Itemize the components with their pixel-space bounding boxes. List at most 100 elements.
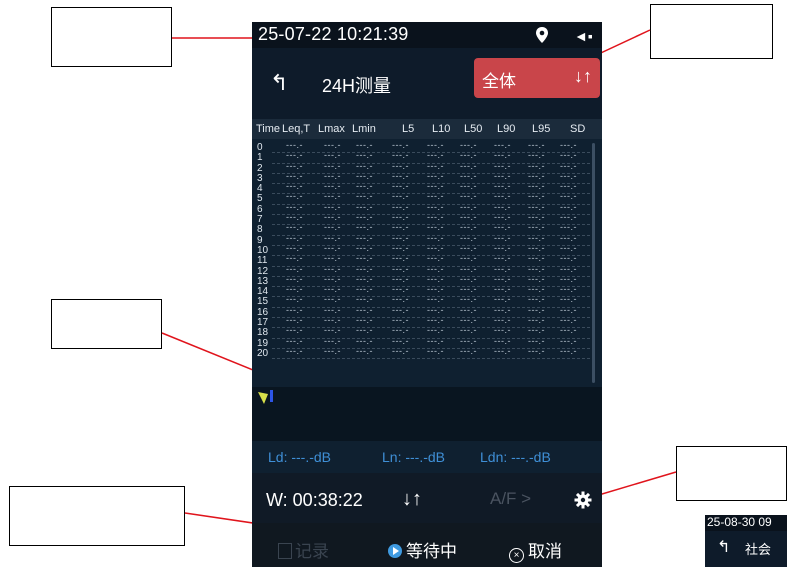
device-screen: 25-07-22 10:21:39 ◄▪ ↰ 24H测量 全体 ↓↑ Time L… — [252, 22, 602, 567]
status-bar: 25-07-22 10:21:39 ◄▪ — [252, 22, 602, 48]
table-cell: ---.- — [528, 242, 545, 253]
status-time: 25-07-22 10:21:39 — [258, 24, 409, 44]
table-cell: ---.- — [286, 263, 303, 274]
page-title: 24H测量 — [322, 76, 392, 96]
table-cell: ---.- — [528, 284, 545, 295]
table-cell: ---.- — [560, 253, 577, 264]
table-cell: ---.- — [356, 181, 373, 192]
table-rows: 0 ---.- ---.- ---.- ---.- ---.- ---.- ---.- ---.… — [252, 140, 602, 360]
table-cell: ---.- — [494, 315, 511, 326]
table-cell: ---.- — [286, 222, 303, 233]
table-cell: ---.- — [494, 140, 511, 150]
table-cell: ---.- — [286, 150, 303, 161]
table-cell: ---.- — [324, 263, 341, 274]
sort-toggle-icon[interactable]: ↓↑ — [402, 488, 422, 511]
table-cell: ---.- — [392, 232, 409, 243]
table-cell: ---.- — [460, 181, 477, 192]
table-cell: ---.- — [460, 222, 477, 233]
table-cell: ---.- — [460, 191, 477, 202]
table-cell: ---.- — [494, 284, 511, 295]
table-dim-overlay — [252, 387, 602, 441]
table-cell: ---.- — [427, 181, 444, 192]
table-cell: ---.- — [560, 150, 577, 161]
table-cell: ---.- — [427, 242, 444, 253]
table-cell: ---.- — [324, 284, 341, 295]
table-cell: ---.- — [528, 201, 545, 212]
table-cell: ---.- — [460, 212, 477, 223]
record-button[interactable]: 记录 — [278, 537, 329, 562]
table-cell: ---.- — [392, 160, 409, 171]
column-header: Leq,T — [282, 123, 311, 135]
cancel-label: 取消 — [528, 542, 562, 561]
table-cell: ---.- — [324, 212, 341, 223]
table-cell: ---.- — [324, 191, 341, 202]
table-cell: ---.- — [460, 335, 477, 346]
table-cell: ---.- — [560, 232, 577, 243]
table-cell: ---.- — [324, 140, 341, 150]
table-cell: ---.- — [560, 242, 577, 253]
table-cell: ---.- — [356, 325, 373, 336]
table-cell: ---.- — [286, 315, 303, 326]
table-cell: ---.- — [494, 304, 511, 315]
table-cell: ---.- — [560, 201, 577, 212]
column-header: L50 — [464, 123, 483, 135]
column-header: L90 — [497, 123, 516, 135]
table-cell: ---.- — [286, 160, 303, 171]
table-cell: ---.- — [460, 325, 477, 336]
table-cell: ---.- — [528, 150, 545, 161]
mode-selector-button[interactable]: 全体 ↓↑ — [474, 58, 600, 98]
table-cell: ---.- — [392, 325, 409, 336]
table-cell: ---.- — [324, 232, 341, 243]
peek-status-time: 25-08-30 09 — [705, 515, 787, 531]
column-header: L10 — [432, 123, 451, 135]
scrollbar[interactable] — [592, 143, 595, 383]
control-row: W: 00:38:22 ↓↑ A/F > — [252, 473, 602, 523]
table-cell: ---.- — [427, 253, 444, 264]
table-cell: ---.- — [528, 212, 545, 223]
table-cell: ---.- — [324, 150, 341, 161]
waiting-button[interactable]: 等待中 — [388, 537, 457, 562]
table-cell: ---.- — [356, 222, 373, 233]
table-cell: ---.- — [427, 335, 444, 346]
table-cell: ---.- — [286, 242, 303, 253]
table-cell: ---.- — [392, 242, 409, 253]
table-cell: ---.- — [356, 170, 373, 181]
table-cell: ---.- — [324, 304, 341, 315]
table-cell: ---.- — [427, 191, 444, 202]
gear-icon[interactable] — [574, 491, 592, 509]
table-cell: ---.- — [560, 140, 577, 150]
record-icon — [278, 543, 292, 559]
table-cell: ---.- — [460, 284, 477, 295]
table-cell: ---.- — [286, 181, 303, 192]
table-cell: ---.- — [460, 304, 477, 315]
table-cell: ---.- — [427, 201, 444, 212]
table-cell: ---.- — [528, 181, 545, 192]
table-cell: ---.- — [324, 345, 341, 356]
table-cell: ---.- — [560, 160, 577, 171]
data-table[interactable]: Time Leq,T Lmax Lmin L5 L10 L50 L90 L95 SD 0 ---.-… — [252, 119, 602, 441]
back-button[interactable]: ↰ — [270, 70, 288, 96]
row-hour: 20 — [257, 347, 269, 359]
table-row[interactable]: 20 ---.- ---.- ---.- ---.- ---.- ---.- ---.- ---… — [252, 345, 602, 360]
callout-box-bottom-right — [676, 446, 787, 501]
table-cell: ---.- — [356, 315, 373, 326]
table-cell: ---.- — [356, 242, 373, 253]
table-cell: ---.- — [528, 325, 545, 336]
table-cell: ---.- — [356, 212, 373, 223]
table-cell: ---.- — [528, 304, 545, 315]
table-cell: ---.- — [427, 222, 444, 233]
table-cell: ---.- — [460, 273, 477, 284]
table-header: Time Leq,T Lmax Lmin L5 L10 L50 L90 L95 SD — [252, 119, 602, 139]
column-header: Time — [256, 123, 281, 135]
column-header: L95 — [532, 123, 551, 135]
table-cell: ---.- — [460, 140, 477, 150]
table-cell: ---.- — [460, 201, 477, 212]
table-cell: ---.- — [560, 222, 577, 233]
table-cell: ---.- — [494, 150, 511, 161]
table-cell: ---.- — [494, 222, 511, 233]
table-cell: ---.- — [392, 212, 409, 223]
af-weighting-button[interactable]: A/F > — [490, 489, 531, 509]
cancel-button[interactable]: × 取消 — [509, 537, 562, 563]
table-cell: ---.- — [286, 284, 303, 295]
table-cell: ---.- — [286, 345, 303, 356]
